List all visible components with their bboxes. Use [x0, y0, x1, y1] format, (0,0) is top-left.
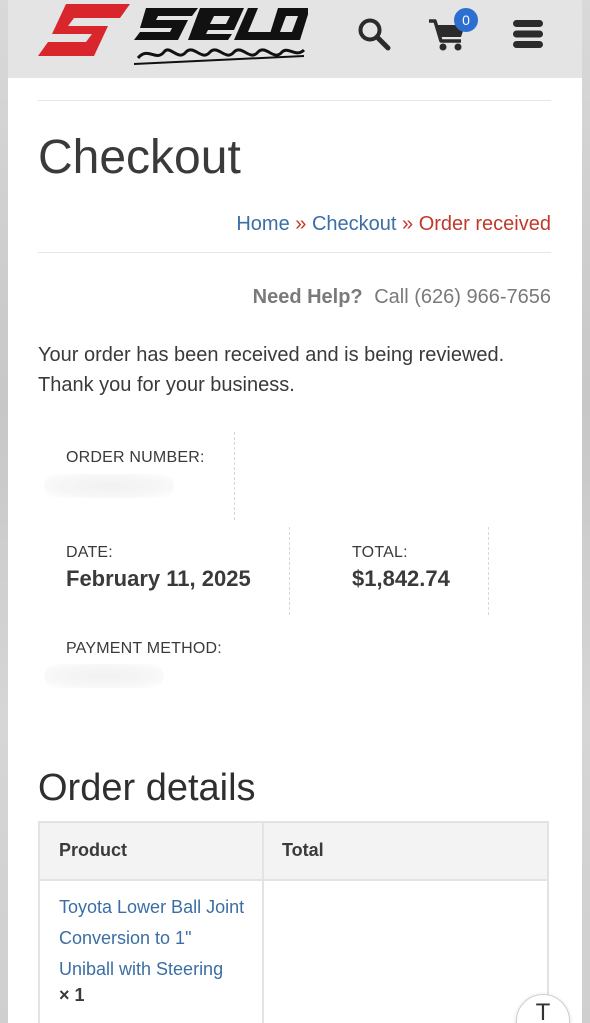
total-label: TOTAL: [352, 544, 408, 561]
cart-count-badge: 0 [454, 8, 478, 32]
help-label: Need Help? [252, 286, 363, 308]
help-phone[interactable]: Call (626) 966-7656 [374, 286, 551, 308]
payment-method-redacted [44, 664, 164, 688]
order-number-label: ORDER NUMBER: [66, 449, 205, 466]
breadcrumb-divider [38, 252, 551, 253]
order-number-redacted [44, 474, 174, 498]
breadcrumb: Home » Checkout » Order received [236, 213, 551, 236]
payment-method-label: PAYMENT METHOD: [66, 640, 222, 657]
total-column-header: Total [282, 840, 324, 860]
thank-you-line: Thank you for your business. [38, 374, 295, 396]
overview-divider [289, 527, 290, 615]
overview-divider [488, 527, 489, 615]
order-details-table: Product Total Toyota Lower Ball Joint Co… [38, 821, 549, 1023]
background-edge-right [582, 0, 590, 1023]
top-divider [38, 100, 551, 101]
date-value: February 11, 2025 [66, 566, 251, 591]
search-button[interactable] [354, 14, 394, 54]
breadcrumb-home-link[interactable]: Home [236, 213, 289, 235]
date-label: DATE: [66, 544, 113, 561]
overview-divider [234, 432, 235, 520]
logo-graphic [38, 4, 310, 65]
breadcrumb-current: Order received [418, 213, 551, 235]
brand-logo[interactable] [38, 0, 310, 72]
order-received-message: Your order has been received and is bein… [38, 340, 558, 400]
order-received-line: Your order has been received and is bein… [38, 344, 505, 366]
text-size-icon: T [536, 1001, 550, 1023]
product-link[interactable]: Toyota Lower Ball Joint Conversion to 1"… [59, 892, 249, 985]
site-header: 0 [8, 0, 582, 78]
page-title: Checkout [38, 131, 241, 184]
breadcrumb-separator: » [295, 213, 307, 235]
table-header-row: Product Total [40, 823, 547, 881]
breadcrumb-separator: » [402, 213, 414, 235]
column-divider [262, 823, 264, 1023]
order-details-title: Order details [38, 767, 256, 809]
menu-icon [513, 20, 543, 48]
page-container: 0 Checkout Home » Checkout » Order recei… [8, 0, 582, 1023]
search-icon [358, 18, 391, 51]
help-line: Need Help? Call (626) 966-7656 [253, 286, 551, 309]
product-quantity: × 1 [59, 985, 85, 1005]
menu-button[interactable] [508, 14, 548, 54]
total-value: $1,842.74 [352, 566, 450, 591]
breadcrumb-checkout-link[interactable]: Checkout [312, 213, 397, 235]
product-column-header: Product [59, 840, 128, 860]
